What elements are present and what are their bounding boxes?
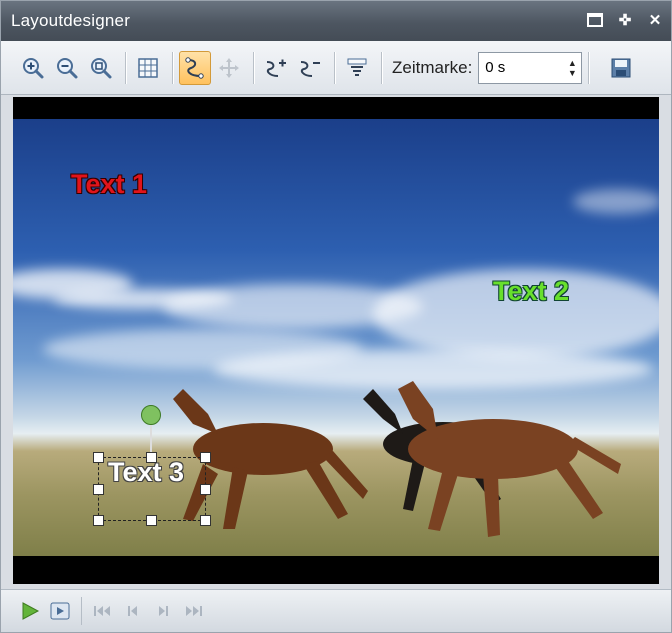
spin-up-icon[interactable]: ▲	[568, 58, 577, 68]
zeitmarke-spinner[interactable]: ▲ ▼	[478, 51, 583, 84]
preview-button[interactable]	[45, 596, 75, 626]
background-image: Text 1 Text 2 Text 3	[13, 119, 659, 556]
resize-handle-nw[interactable]	[93, 452, 104, 463]
resize-handle-se[interactable]	[200, 515, 211, 526]
add-path-point-icon	[266, 59, 286, 77]
skip-to-end-button[interactable]	[178, 596, 208, 626]
toolbar-separator	[334, 51, 335, 84]
grid-icon	[138, 57, 158, 78]
resize-handle-n[interactable]	[146, 452, 157, 463]
zoom-in-button[interactable]	[17, 51, 49, 85]
toolbar: Zeitmarke: ▲ ▼	[1, 41, 671, 95]
toolbar-separator	[588, 51, 590, 84]
playback-bar	[1, 589, 671, 632]
skip-to-start-icon	[94, 606, 110, 616]
add-path-point-button[interactable]	[260, 51, 292, 85]
pin-icon[interactable]: ✜	[615, 9, 635, 31]
title-buttons: ✜ ✕	[585, 9, 665, 31]
rotation-handle[interactable]	[141, 405, 161, 425]
grid-button[interactable]	[132, 51, 164, 85]
next-frame-icon	[159, 606, 168, 616]
zoom-fit-button[interactable]	[85, 51, 117, 85]
next-frame-button[interactable]	[148, 596, 178, 626]
title-bar: Layoutdesigner ✜ ✕	[1, 1, 671, 41]
spinner-arrows[interactable]: ▲ ▼	[563, 53, 581, 83]
zoom-fit-icon	[91, 57, 112, 78]
layout-canvas[interactable]: Text 1 Text 2 Text 3	[13, 97, 659, 584]
toolbar-separator	[253, 51, 254, 84]
resize-handle-sw[interactable]	[93, 515, 104, 526]
playback-separator	[81, 597, 82, 625]
move-icon	[219, 57, 239, 78]
toolbar-separator	[381, 51, 382, 84]
text-object-1[interactable]: Text 1	[71, 169, 147, 200]
zoom-out-button[interactable]	[51, 51, 83, 85]
move-button[interactable]	[213, 51, 245, 85]
toolbar-separator	[172, 51, 173, 84]
motion-path-icon	[185, 56, 204, 79]
zeitmarke-label: Zeitmarke:	[392, 57, 473, 77]
resize-handle-ne[interactable]	[200, 452, 211, 463]
zeitmarke-input[interactable]	[485, 59, 556, 76]
resize-handle-s[interactable]	[146, 515, 157, 526]
remove-path-point-button[interactable]	[294, 51, 326, 85]
save-button[interactable]	[605, 51, 637, 85]
align-icon	[347, 58, 367, 76]
align-button[interactable]	[341, 51, 373, 85]
toolbar-separator	[125, 51, 126, 84]
zoom-in-icon	[23, 57, 44, 78]
minimize-icon[interactable]	[585, 9, 605, 31]
spin-down-icon[interactable]: ▼	[568, 68, 577, 78]
text-object-2[interactable]: Text 2	[493, 276, 569, 307]
motion-path-button[interactable]	[179, 50, 211, 85]
skip-to-start-button[interactable]	[88, 596, 118, 626]
resize-handle-w[interactable]	[93, 484, 104, 495]
window-title: Layoutdesigner	[11, 11, 131, 30]
close-icon[interactable]: ✕	[645, 9, 665, 31]
zoom-out-icon	[57, 57, 78, 78]
preview-icon	[50, 602, 70, 620]
play-icon	[22, 602, 40, 620]
skip-to-end-icon	[186, 606, 202, 616]
layoutdesigner-window: Layoutdesigner ✜ ✕ Zeitmarke: 0 s ▲ ▼ Te…	[0, 0, 672, 633]
remove-path-point-icon	[300, 60, 320, 77]
save-icon	[611, 58, 631, 77]
previous-frame-button[interactable]	[118, 596, 148, 626]
play-button[interactable]	[15, 596, 45, 626]
horses-image	[173, 381, 621, 537]
previous-frame-icon	[128, 606, 137, 616]
resize-handle-e[interactable]	[200, 484, 211, 495]
